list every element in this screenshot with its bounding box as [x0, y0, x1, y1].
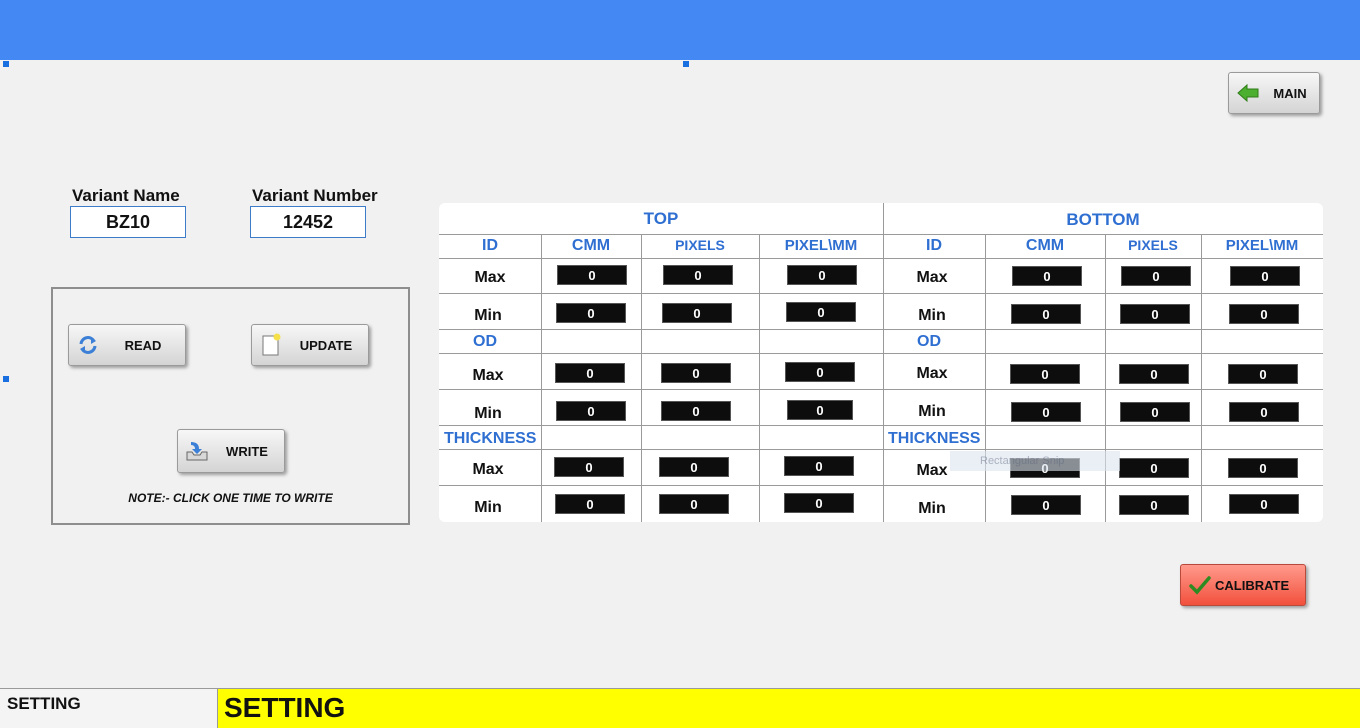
bottom-id-max-pixel-mm[interactable]: 0 — [1230, 266, 1300, 286]
top-th-min-pixel-mm[interactable]: 0 — [784, 493, 854, 513]
top-od-max-label: Max — [472, 367, 504, 384]
calibrate-button[interactable]: CALIBRATE — [1180, 564, 1306, 606]
top-od-max-pixels[interactable]: 0 — [661, 363, 731, 383]
bottom-th-max-pixel-mm[interactable]: 0 — [1228, 458, 1298, 478]
top-od-min-pixels[interactable]: 0 — [661, 401, 731, 421]
bottom-od-min-pixels[interactable]: 0 — [1120, 402, 1190, 422]
variant-name-label: Variant Name — [72, 186, 180, 205]
bottom-od-max-pixel-mm[interactable]: 0 — [1228, 364, 1298, 384]
bottom-od-min-cmm[interactable]: 0 — [1011, 402, 1081, 422]
top-section-thickness: THICKNESS — [444, 430, 537, 447]
top-col-id: ID — [482, 237, 498, 254]
top-th-max-cmm[interactable]: 0 — [554, 457, 624, 477]
status-banner: SETTING — [218, 688, 1360, 728]
top-th-max-label: Max — [472, 461, 504, 478]
bottom-col-id: ID — [926, 237, 942, 254]
bottom-section-thickness: THICKNESS — [888, 430, 981, 447]
bottom-id-max-label: Max — [916, 269, 948, 286]
top-id-min-cmm[interactable]: 0 — [556, 303, 626, 323]
back-arrow-icon — [1235, 80, 1261, 106]
top-id-max-pixels[interactable]: 0 — [663, 265, 733, 285]
top-th-max-pixel-mm[interactable]: 0 — [784, 456, 854, 476]
top-col-pixel-mm: PIXEL\MM — [784, 237, 858, 254]
variant-number-field[interactable]: 12452 — [250, 206, 366, 238]
bottom-od-max-label: Max — [916, 365, 948, 382]
main-button[interactable]: MAIN — [1228, 72, 1320, 114]
top-col-cmm: CMM — [571, 237, 611, 254]
refresh-icon — [75, 332, 101, 358]
action-panel — [51, 287, 410, 525]
read-button-label: READ — [124, 337, 162, 353]
top-th-min-cmm[interactable]: 0 — [555, 494, 625, 514]
calibration-table: TOP BOTTOM ID CMM PIXELS PIXEL\MM ID CMM… — [439, 203, 1323, 522]
calibrate-button-label: CALIBRATE — [1215, 577, 1290, 593]
bottom-th-min-cmm[interactable]: 0 — [1011, 495, 1081, 515]
top-id-max-pixel-mm[interactable]: 0 — [787, 265, 857, 285]
selection-handle — [3, 376, 9, 382]
title-bar — [0, 0, 1360, 60]
checkmark-icon — [1189, 572, 1211, 598]
top-id-min-label: Min — [474, 307, 502, 324]
top-th-max-pixels[interactable]: 0 — [659, 457, 729, 477]
top-id-min-pixel-mm[interactable]: 0 — [786, 302, 856, 322]
top-title: TOP — [643, 209, 679, 228]
bottom-th-min-label: Min — [918, 500, 946, 517]
bottom-col-cmm: CMM — [1025, 237, 1065, 254]
top-od-min-pixel-mm[interactable]: 0 — [787, 400, 853, 420]
top-th-min-pixels[interactable]: 0 — [659, 494, 729, 514]
bottom-col-pixels: PIXELS — [1128, 237, 1178, 253]
bottom-th-max-pixels[interactable]: 0 — [1119, 458, 1189, 478]
status-left: SETTING — [0, 688, 218, 728]
bottom-od-min-label: Min — [918, 403, 946, 420]
write-note: NOTE:- CLICK ONE TIME TO WRITE — [128, 491, 333, 505]
document-icon — [258, 332, 284, 358]
bottom-id-min-pixels[interactable]: 0 — [1120, 304, 1190, 324]
bottom-od-min-pixel-mm[interactable]: 0 — [1229, 402, 1299, 422]
main-button-label: MAIN — [1273, 85, 1307, 101]
write-button[interactable]: WRITE — [177, 429, 285, 473]
bottom-section-od: OD — [917, 333, 941, 350]
top-id-min-pixels[interactable]: 0 — [662, 303, 732, 323]
bottom-col-pixel-mm: PIXEL\MM — [1225, 237, 1299, 254]
read-button[interactable]: READ — [68, 324, 186, 366]
top-section-od: OD — [473, 333, 497, 350]
write-button-label: WRITE — [226, 443, 268, 459]
bottom-id-max-pixels[interactable]: 0 — [1121, 266, 1191, 286]
selection-handle — [683, 61, 689, 67]
top-od-min-cmm[interactable]: 0 — [556, 401, 626, 421]
top-od-max-cmm[interactable]: 0 — [555, 363, 625, 383]
bottom-th-min-pixel-mm[interactable]: 0 — [1229, 494, 1299, 514]
top-col-pixels: PIXELS — [675, 237, 725, 253]
variant-name-field[interactable]: BZ10 — [70, 206, 186, 238]
top-od-min-label: Min — [474, 405, 502, 422]
update-button[interactable]: UPDATE — [251, 324, 369, 366]
top-od-max-pixel-mm[interactable]: 0 — [785, 362, 855, 382]
variant-number-label: Variant Number — [252, 186, 378, 205]
bottom-title: BOTTOM — [1066, 210, 1140, 229]
bottom-od-max-cmm[interactable]: 0 — [1010, 364, 1080, 384]
top-th-min-label: Min — [474, 499, 502, 516]
bottom-id-max-cmm[interactable]: 0 — [1012, 266, 1082, 286]
bottom-id-min-cmm[interactable]: 0 — [1011, 304, 1081, 324]
top-id-max-cmm[interactable]: 0 — [557, 265, 627, 285]
selection-handle — [3, 61, 9, 67]
save-tray-icon — [184, 438, 210, 464]
snip-tooltip: Rectangular Snip — [950, 451, 1120, 471]
bottom-id-min-pixel-mm[interactable]: 0 — [1229, 304, 1299, 324]
top-id-max-label: Max — [474, 269, 506, 286]
bottom-od-max-pixels[interactable]: 0 — [1119, 364, 1189, 384]
bottom-th-min-pixels[interactable]: 0 — [1119, 495, 1189, 515]
update-button-label: UPDATE — [299, 337, 353, 353]
bottom-id-min-label: Min — [918, 307, 946, 324]
